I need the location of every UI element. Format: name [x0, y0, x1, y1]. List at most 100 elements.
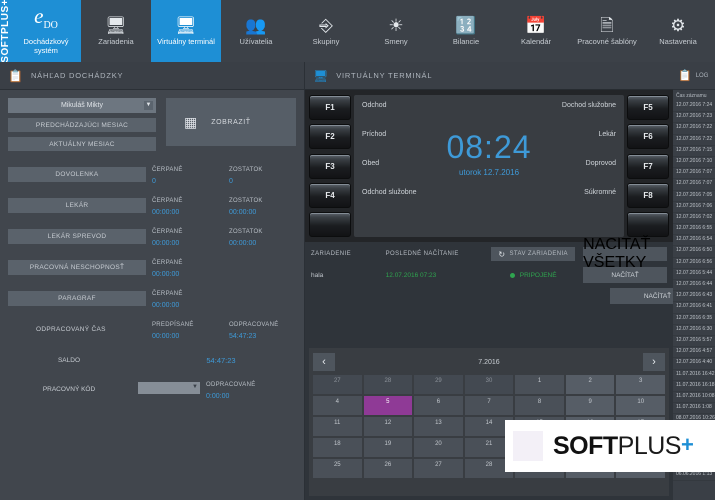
calendar-day[interactable]: 19: [364, 438, 413, 457]
calendar-day[interactable]: 30: [465, 375, 514, 394]
calendar-day[interactable]: 27: [414, 459, 463, 478]
ribbon-item-devices[interactable]: 🖥 Zariadenia: [81, 0, 151, 62]
list-item[interactable]: 12.07.2016 7:24: [673, 101, 715, 112]
table-row: hala 12.07.2016 07:23 PRIPOJENÉ NAČÍTAŤ: [311, 267, 667, 283]
work-code-select[interactable]: ▼: [138, 382, 200, 394]
list-item[interactable]: 12.07.2016 6:30: [673, 325, 715, 336]
metric-caption: ZOSTATOK: [229, 229, 300, 235]
ribbon-item-settings[interactable]: ⚙ Nastavenia: [643, 0, 713, 62]
list-item[interactable]: 12.07.2016 6:54: [673, 235, 715, 246]
template-icon: 🗎: [600, 17, 614, 34]
paragraph-button[interactable]: PARAGRAF: [8, 291, 146, 306]
terminal-key-f5[interactable]: F5: [627, 95, 669, 120]
list-item[interactable]: 12.07.2016 6:35: [673, 314, 715, 325]
list-item[interactable]: 12.07.2016 5:44: [673, 269, 715, 280]
ribbon-item-users[interactable]: 👥 Užívatelia: [221, 0, 291, 62]
worked-prescribed: PREDPÍSANÉ 00:00:00: [146, 322, 223, 340]
list-item[interactable]: 12.07.2016 7:15: [673, 146, 715, 157]
list-item[interactable]: 12.07.2016 7:07: [673, 168, 715, 179]
show-button[interactable]: ▦ ZOBRAZIŤ: [166, 98, 296, 146]
show-button-label: ZOBRAZIŤ: [211, 119, 250, 126]
read-all-button[interactable]: NAČÍTAŤ VŠETKY: [583, 247, 667, 261]
ribbon-item-balances[interactable]: 🔢 Bilancie: [431, 0, 501, 62]
terminal-key-f4[interactable]: F4: [309, 183, 351, 208]
doctor-button[interactable]: LEKÁR: [8, 198, 146, 213]
terminal-key-blank-left[interactable]: [309, 212, 351, 237]
calendar-day[interactable]: 26: [364, 459, 413, 478]
table-row: DOVOLENKA ČERPANÉ 0 ZOSTATOK 0: [8, 167, 296, 185]
calendar-day[interactable]: 4: [313, 396, 362, 415]
device-status-button[interactable]: ↻ STAV ZARIADENIA: [491, 247, 575, 261]
calendar-day[interactable]: 10: [616, 396, 665, 415]
terminal-key-f8[interactable]: F8: [627, 183, 669, 208]
calendar-day[interactable]: 20: [414, 438, 463, 457]
list-item[interactable]: 11.07.2016 16:42: [673, 370, 715, 381]
calendar-day[interactable]: 11: [313, 417, 362, 436]
calendar-day[interactable]: 28: [364, 375, 413, 394]
vacation-button[interactable]: DOVOLENKA: [8, 167, 146, 182]
attendance-filter-column: Mikuláš Mikty ▼ PREDCHÁDZAJÚCI MESIAC AK…: [8, 98, 156, 151]
current-month-button[interactable]: AKTUÁLNY MESIAC: [8, 137, 156, 151]
calendar-day[interactable]: 7: [465, 396, 514, 415]
list-item[interactable]: 12.07.2016 4:40: [673, 358, 715, 369]
calendar-day[interactable]: 18: [313, 438, 362, 457]
calendar-day[interactable]: 2: [566, 375, 615, 394]
read-button[interactable]: NAČÍTAŤ: [583, 267, 667, 283]
terminal-icon: 🖥: [175, 17, 197, 34]
list-item[interactable]: 12.07.2016 6:44: [673, 280, 715, 291]
list-item[interactable]: 12.07.2016 7:05: [673, 191, 715, 202]
doctor-escort-button[interactable]: LEKÁR SPREVOD: [8, 229, 146, 244]
calendar-day[interactable]: 29: [414, 375, 463, 394]
list-item[interactable]: 12.07.2016 6:55: [673, 224, 715, 235]
ribbon-item-attendance-system[interactable]: eDO Dochádzkový systém: [11, 0, 81, 62]
calendar-day[interactable]: 3: [616, 375, 665, 394]
list-item[interactable]: 11.07.2016 1:08: [673, 403, 715, 414]
ribbon-item-virtual-terminal[interactable]: 🖥 Virtuálny terminál: [151, 0, 221, 62]
list-item[interactable]: 12.07.2016 7:10: [673, 157, 715, 168]
sick-leave-button[interactable]: PRACOVNÁ NESCHOPNOSŤ: [8, 260, 146, 275]
list-item[interactable]: 12.07.2016 5:57: [673, 336, 715, 347]
calendar-day[interactable]: 8: [515, 396, 564, 415]
list-item[interactable]: 12.07.2016 7:06: [673, 202, 715, 213]
terminal-key-f3[interactable]: F3: [309, 154, 351, 179]
device-status-label: STAV ZARIADENIA: [509, 251, 567, 257]
list-item[interactable]: 12.07.2016 7:07: [673, 179, 715, 190]
watermark-plus: +: [681, 432, 693, 457]
list-item[interactable]: 12.07.2016 4:57: [673, 347, 715, 358]
list-item[interactable]: 12.07.2016 7:22: [673, 135, 715, 146]
list-item[interactable]: 12.07.2016 6:56: [673, 258, 715, 269]
list-item[interactable]: 12.07.2016 6:43: [673, 291, 715, 302]
calendar-day[interactable]: 27: [313, 375, 362, 394]
list-item[interactable]: 12.07.2016 6:50: [673, 246, 715, 257]
previous-month-button[interactable]: PREDCHÁDZAJÚCI MESIAC: [8, 118, 156, 132]
terminal-key-f7[interactable]: F7: [627, 154, 669, 179]
terminal-key-blank-right[interactable]: [627, 212, 669, 237]
list-item[interactable]: 12.07.2016 7:22: [673, 123, 715, 134]
calendar-day[interactable]: 1: [515, 375, 564, 394]
calendar-day[interactable]: 5: [364, 396, 413, 415]
terminal-key-f2[interactable]: F2: [309, 124, 351, 149]
user-select[interactable]: Mikuláš Mikty ▼: [8, 98, 156, 113]
terminal-key-f6[interactable]: F6: [627, 124, 669, 149]
calendar-prev-button[interactable]: ‹: [313, 353, 335, 371]
list-item[interactable]: 12.07.2016 6:41: [673, 302, 715, 313]
refresh-icon: ↻: [498, 250, 505, 259]
calendar-next-button[interactable]: ›: [643, 353, 665, 371]
list-item[interactable]: 11.07.2016 16:18: [673, 381, 715, 392]
list-item[interactable]: 11.07.2016 10:08: [673, 392, 715, 403]
list-item[interactable]: 12.07.2016 7:23: [673, 112, 715, 123]
doctor-remaining: ZOSTATOK 00:00:00: [223, 198, 300, 216]
calendar-day[interactable]: 13: [414, 417, 463, 436]
ribbon-item-work-templates[interactable]: 🗎 Pracovné šablóny: [571, 0, 643, 62]
calendar-day[interactable]: 12: [364, 417, 413, 436]
calendar-day[interactable]: 9: [566, 396, 615, 415]
calendar-day[interactable]: 6: [414, 396, 463, 415]
ribbon-item-shifts[interactable]: ☀ Smeny: [361, 0, 431, 62]
ribbon-label: Kalendár: [521, 37, 551, 46]
calendar-day[interactable]: 25: [313, 459, 362, 478]
ribbon-item-groups[interactable]: ⎆ Skupiny: [291, 0, 361, 62]
ribbon-item-calendar[interactable]: 📅 Kalendár: [501, 0, 571, 62]
calendar-icon: 📅: [525, 17, 546, 34]
list-item[interactable]: 12.07.2016 7:02: [673, 213, 715, 224]
terminal-key-f1[interactable]: F1: [309, 95, 351, 120]
